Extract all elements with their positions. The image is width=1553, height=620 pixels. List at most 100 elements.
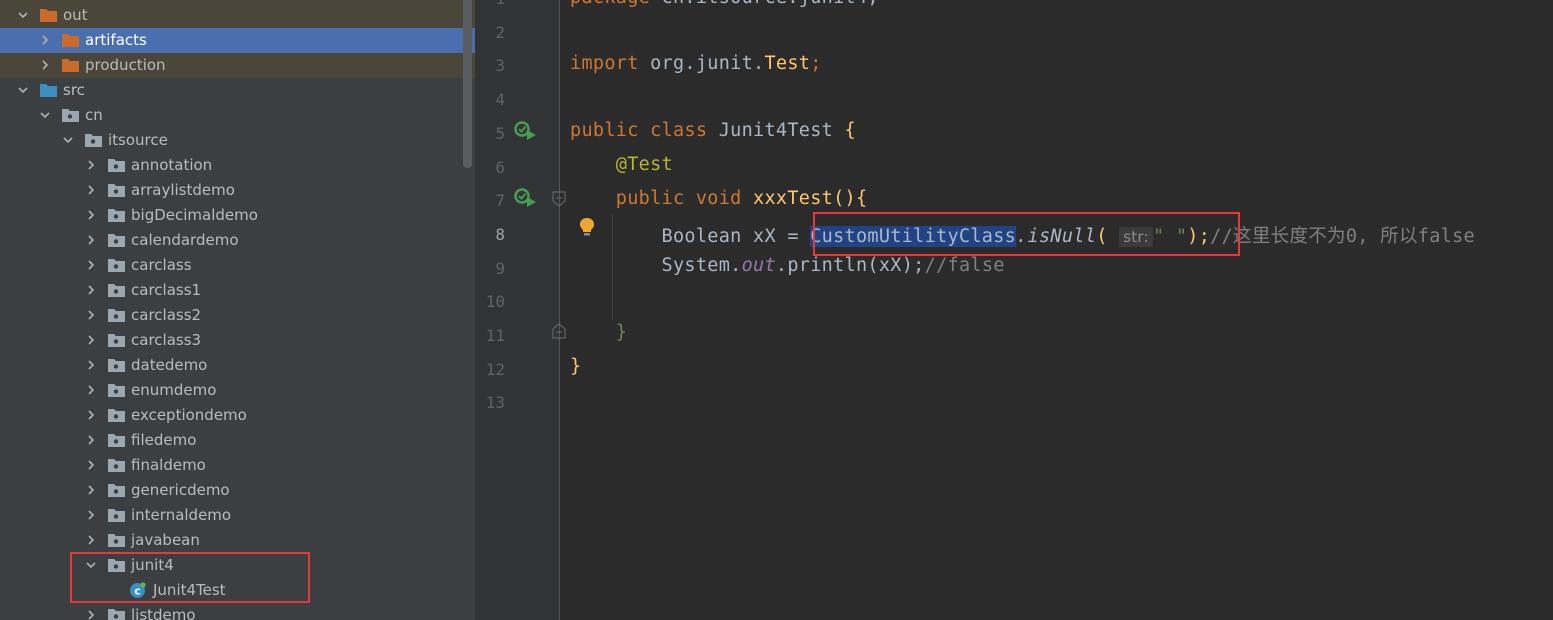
chevron-right-icon[interactable] xyxy=(86,535,96,545)
code-line-11[interactable]: } xyxy=(570,322,627,343)
code-line-12[interactable]: } xyxy=(570,356,581,377)
code-line-9[interactable]: System.out.println(xX);//false xyxy=(570,255,1005,276)
tree-item-itsource[interactable]: itsource xyxy=(0,128,475,153)
code-line-7[interactable]: public void xxxTest(){ xyxy=(570,188,867,209)
package-icon xyxy=(108,233,125,247)
chevron-right-icon[interactable] xyxy=(86,285,96,295)
chevron-right-icon[interactable] xyxy=(86,610,96,620)
package-icon xyxy=(108,358,125,372)
chevron-right-icon[interactable] xyxy=(40,35,50,45)
tree-item-label: annotation xyxy=(131,156,213,174)
brace: } xyxy=(615,322,628,343)
code-line-6[interactable]: @Test xyxy=(570,154,673,175)
chevron-right-icon[interactable] xyxy=(86,160,96,170)
line-number: 3 xyxy=(495,56,505,76)
tree-item-label: bigDecimaldemo xyxy=(131,206,258,224)
import-package: org.junit. xyxy=(638,53,765,74)
code-line-3[interactable]: import org.junit.Test; xyxy=(570,53,822,74)
annotation: @Test xyxy=(615,154,673,175)
package-icon xyxy=(108,158,125,172)
line-number: 11 xyxy=(485,326,505,345)
chevron-right-icon[interactable] xyxy=(86,335,96,345)
tree-item-bigdecimaldemo[interactable]: bigDecimaldemo xyxy=(0,203,475,228)
method-call: .println(xX); xyxy=(775,255,925,276)
folder-icon xyxy=(40,83,57,97)
chevron-right-icon[interactable] xyxy=(86,235,96,245)
chevron-down-icon[interactable] xyxy=(63,135,73,145)
keyword: public void xyxy=(615,188,742,209)
tree-item-carclass[interactable]: carclass xyxy=(0,253,475,278)
tree-item-exceptiondemo[interactable]: exceptiondemo xyxy=(0,403,475,428)
package-icon xyxy=(62,108,79,122)
tree-item-carclass2[interactable]: carclass2 xyxy=(0,303,475,328)
line-number: 10 xyxy=(485,292,505,312)
chevron-right-icon[interactable] xyxy=(86,310,96,320)
chevron-right-icon[interactable] xyxy=(86,435,96,445)
package-icon xyxy=(108,308,125,322)
tree-item-artifacts[interactable]: artifacts xyxy=(0,28,475,53)
keyword: package xyxy=(570,0,650,8)
tree-item-genericdemo[interactable]: genericdemo xyxy=(0,478,475,503)
chevron-right-icon[interactable] xyxy=(40,60,50,70)
line-number: 2 xyxy=(495,22,505,42)
tree-item-cn[interactable]: cn xyxy=(0,103,475,128)
chevron-down-icon[interactable] xyxy=(18,85,28,95)
tree-item-production[interactable]: production xyxy=(0,53,475,78)
folder-icon xyxy=(40,8,57,22)
tree-item-label: internaldemo xyxy=(131,506,232,524)
tree-item-label: exceptiondemo xyxy=(131,406,247,424)
chevron-right-icon[interactable] xyxy=(86,385,96,395)
tree-scrollbar[interactable] xyxy=(463,0,472,168)
class-name: Junit4Test xyxy=(707,120,845,141)
tree-item-out[interactable]: out xyxy=(0,3,475,28)
tree-item-filedemo[interactable]: filedemo xyxy=(0,428,475,453)
line-number: 8 xyxy=(495,224,505,244)
tree-item-label: carclass1 xyxy=(131,281,202,299)
tree-item-calendardemo[interactable]: calendardemo xyxy=(0,228,475,253)
run-class-icon[interactable] xyxy=(514,121,538,145)
code-line-1[interactable]: package cn.itsource.junit4; xyxy=(570,0,879,8)
package-icon xyxy=(108,533,125,547)
chevron-right-icon[interactable] xyxy=(86,260,96,270)
brace: } xyxy=(570,356,582,377)
chevron-right-icon[interactable] xyxy=(86,410,96,420)
tree-item-arraylistdemo[interactable]: arraylistdemo xyxy=(0,178,475,203)
tree-item-listdemo[interactable]: listdemo xyxy=(0,603,475,620)
tree-item-label: datedemo xyxy=(131,356,208,374)
chevron-right-icon[interactable] xyxy=(86,360,96,370)
tree-item-label: itsource xyxy=(108,131,168,149)
chevron-down-icon[interactable] xyxy=(18,10,28,20)
tree-item-finaldemo[interactable]: finaldemo xyxy=(0,453,475,478)
tree-item-internaldemo[interactable]: internaldemo xyxy=(0,503,475,528)
package-icon xyxy=(108,258,125,272)
chevron-right-icon[interactable] xyxy=(86,485,96,495)
fold-end-icon[interactable] xyxy=(552,323,566,343)
tree-item-carclass1[interactable]: carclass1 xyxy=(0,278,475,303)
package-name: cn.itsource.junit4; xyxy=(650,0,879,8)
tree-item-datedemo[interactable]: datedemo xyxy=(0,353,475,378)
chevron-right-icon[interactable] xyxy=(86,510,96,520)
tree-item-annotation[interactable]: annotation xyxy=(0,153,475,178)
project-tree: out artifacts production src cn itsource annot… xyxy=(0,0,475,620)
code-line-5[interactable]: public class Junit4Test { xyxy=(570,120,856,141)
chevron-right-icon[interactable] xyxy=(86,460,96,470)
tree-item-src[interactable]: src xyxy=(0,78,475,103)
tree-item-label: listdemo xyxy=(131,606,196,620)
tree-item-carclass3[interactable]: carclass3 xyxy=(0,328,475,353)
run-test-icon[interactable] xyxy=(514,188,538,212)
tree-item-label: javabean xyxy=(131,531,200,549)
tree-item-javabean[interactable]: javabean xyxy=(0,528,475,553)
declaration: Boolean xX = xyxy=(661,226,811,247)
chevron-right-icon[interactable] xyxy=(86,185,96,195)
chevron-down-icon[interactable] xyxy=(40,110,50,120)
package-icon xyxy=(108,183,125,197)
tree-highlight-box xyxy=(70,552,310,603)
tree-item-label: cn xyxy=(85,106,103,124)
tree-item-label: src xyxy=(63,81,85,99)
line-number: 9 xyxy=(495,258,505,278)
gutter-separator xyxy=(559,0,560,620)
tree-item-enumdemo[interactable]: enumdemo xyxy=(0,378,475,403)
chevron-right-icon[interactable] xyxy=(86,210,96,220)
fold-method-icon[interactable] xyxy=(552,191,566,211)
package-icon xyxy=(108,433,125,447)
